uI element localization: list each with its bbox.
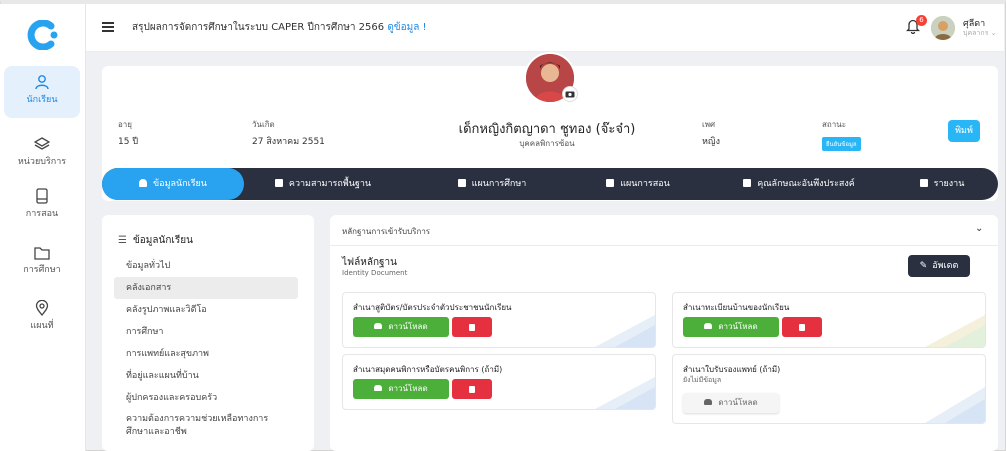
files-title: ไฟล์หลักฐาน xyxy=(342,257,397,268)
files-subtitle: Identity Document xyxy=(342,269,408,277)
tab-report[interactable]: รายงาน xyxy=(902,168,982,200)
cloud-icon xyxy=(704,323,713,329)
birthdate-value: 27 สิงหาคม 2551 xyxy=(252,137,325,147)
inbox-icon xyxy=(919,179,928,187)
download-button[interactable]: ดาวน์โหลด xyxy=(353,317,449,337)
nav-item-map[interactable]: แผนที่ xyxy=(4,292,80,344)
nav-label: การศึกษา xyxy=(23,265,61,275)
decoration-graphic xyxy=(595,315,655,347)
menu-item-support-needs[interactable]: ความต้องการความช่วยเหลือทางการ ศึกษาและอ… xyxy=(114,411,298,441)
trash-icon xyxy=(469,324,475,331)
menu-toggle-icon[interactable] xyxy=(102,22,114,32)
sex-label: เพศ xyxy=(702,120,716,129)
trash-icon xyxy=(469,386,475,393)
tab-desired-characteristics[interactable]: คุณลักษณะอันพึงประสงค์ xyxy=(714,168,884,200)
tab-basic-abilities[interactable]: ความสามารถพื้นฐาน xyxy=(258,168,388,200)
age-value: 15 ปี xyxy=(118,137,139,147)
list-icon: ☰ xyxy=(118,235,127,246)
tab-education-plan[interactable]: แผนการศึกษา xyxy=(432,168,552,200)
cloud-icon xyxy=(374,385,383,391)
nav-label: นักเรียน xyxy=(26,95,58,105)
student-tab-bar: ข้อมูลนักเรียน ความสามารถพื้นฐาน แผนการศ… xyxy=(102,168,998,200)
document-title: สำเนาสูติบัตร/บัตรประจำตัวประชาชนนักเรีย… xyxy=(353,303,512,312)
trash-icon xyxy=(799,324,805,331)
update-button[interactable]: ✎ อัพเดต xyxy=(908,255,970,277)
download-button-disabled[interactable]: ดาวน์โหลด xyxy=(683,393,779,413)
print-button[interactable]: พิมพ์ xyxy=(948,120,980,142)
menu-item-education[interactable]: การศึกษา xyxy=(114,321,298,343)
student-name: เด็กหญิงกิตญาดา ชูทอง (จ๊ะจ๋า) xyxy=(458,122,636,137)
menu-item-guardians-family[interactable]: ผู้ปกครองและครอบครัว xyxy=(114,387,298,409)
delete-button[interactable] xyxy=(452,379,492,399)
age-label: อายุ xyxy=(118,120,132,129)
person-icon xyxy=(35,75,49,90)
document-card-house-registration: สำเนาทะเบียนบ้านของนักเรียน ดาวน์โหลด xyxy=(672,292,986,348)
status-label: สถานะ xyxy=(822,120,846,129)
menu-item-medical-health[interactable]: การแพทย์และสุขภาพ xyxy=(114,343,298,365)
delete-button[interactable] xyxy=(452,317,492,337)
student-info-menu: ☰ ข้อมูลนักเรียน ข้อมูลทั่วไป คลังเอกสาร … xyxy=(102,215,314,451)
menu-item-photos-videos[interactable]: คลังรูปภาพและวิดีโอ xyxy=(114,299,298,321)
announcement-title: สรุปผลการจัดการศึกษาในระบบ CAPER ปีการศึ… xyxy=(132,22,385,33)
nav-item-teaching[interactable]: การสอน xyxy=(4,180,80,232)
tab-student-info[interactable]: ข้อมูลนักเรียน xyxy=(102,168,244,200)
menu-title: ☰ ข้อมูลนักเรียน xyxy=(118,235,193,246)
document-title: สำเนาทะเบียนบ้านของนักเรียน xyxy=(683,303,790,312)
layers-icon xyxy=(34,137,50,150)
user-role[interactable]: บุคลากร ⌄ xyxy=(963,28,996,39)
document-card-disability-card: สำเนาสมุดคนพิการหรือบัตรคนพิการ (ถ้ามี) … xyxy=(342,354,656,410)
decoration-graphic xyxy=(925,315,985,347)
status-badge: ยืนยันข้อมูล xyxy=(822,137,861,151)
edit-icon xyxy=(743,179,752,187)
decoration-graphic xyxy=(925,387,985,423)
birthdate-label: วันเกิด xyxy=(252,120,275,129)
top-bar: สรุปผลการจัดการศึกษาในระบบ CAPER ปีการศึ… xyxy=(86,4,1004,52)
app-logo[interactable] xyxy=(27,20,61,50)
left-navigation: นักเรียน หน่วยบริการ การสอน การศึกษา แผน… xyxy=(0,4,86,451)
decoration-graphic xyxy=(595,377,655,409)
document-card-medical-certificate: สำเนาใบรับรองแพทย์ (ถ้ามี) ยังไม่มีข้อมู… xyxy=(672,354,986,424)
person-icon xyxy=(139,179,148,187)
notification-badge: 6 xyxy=(916,15,927,26)
cloud-icon xyxy=(374,323,383,329)
nav-item-students[interactable]: นักเรียน xyxy=(4,66,80,118)
user-avatar[interactable] xyxy=(931,16,955,40)
announcement-link[interactable]: ดูข้อมูล ! xyxy=(387,22,426,33)
location-pin-icon xyxy=(35,300,49,316)
delete-button[interactable] xyxy=(782,317,822,337)
no-data-text: ยังไม่มีข้อมูล xyxy=(683,376,722,384)
download-button[interactable]: ดาวน์โหลด xyxy=(353,379,449,399)
student-disability-type: บุคคลพิการซ้อน xyxy=(519,139,575,148)
sex-value: หญิง xyxy=(702,137,720,147)
tab-teaching-plan[interactable]: แผนการสอน xyxy=(578,168,698,200)
document-title: สำเนาสมุดคนพิการหรือบัตรคนพิการ (ถ้ามี) xyxy=(353,365,503,374)
evidence-section: หลักฐานการเข้ารับบริการ ⌄ ไฟล์หลักฐาน Id… xyxy=(330,215,998,451)
checkbox-icon xyxy=(274,179,283,187)
camera-icon[interactable] xyxy=(562,86,578,102)
nav-label: การสอน xyxy=(25,209,59,219)
download-button[interactable]: ดาวน์โหลด xyxy=(683,317,779,337)
section-header: หลักฐานการเข้ารับบริการ xyxy=(342,227,431,236)
pencil-icon: ✎ xyxy=(919,261,928,271)
book-icon xyxy=(457,179,466,187)
cloud-icon xyxy=(704,399,713,405)
document-icon xyxy=(606,179,615,187)
menu-item-address-map[interactable]: ที่อยู่และแผนที่บ้าน xyxy=(114,365,298,387)
tablet-icon xyxy=(36,188,48,204)
nav-label: แผนที่ xyxy=(30,321,54,331)
nav-label: หน่วยบริการ xyxy=(17,157,67,167)
menu-item-general-info[interactable]: ข้อมูลทั่วไป xyxy=(114,255,298,277)
announcement-text: สรุปผลการจัดการศึกษาในระบบ CAPER ปีการศึ… xyxy=(132,20,427,35)
divider xyxy=(330,245,998,246)
nav-item-service-units[interactable]: หน่วยบริการ xyxy=(4,128,80,180)
menu-item-document-archive[interactable]: คลังเอกสาร xyxy=(114,277,298,299)
chevron-down-icon[interactable]: ⌄ xyxy=(975,223,983,234)
nav-item-education[interactable]: การศึกษา xyxy=(4,238,80,290)
folder-icon xyxy=(34,247,50,260)
document-card-id-card: สำเนาสูติบัตร/บัตรประจำตัวประชาชนนักเรีย… xyxy=(342,292,656,348)
